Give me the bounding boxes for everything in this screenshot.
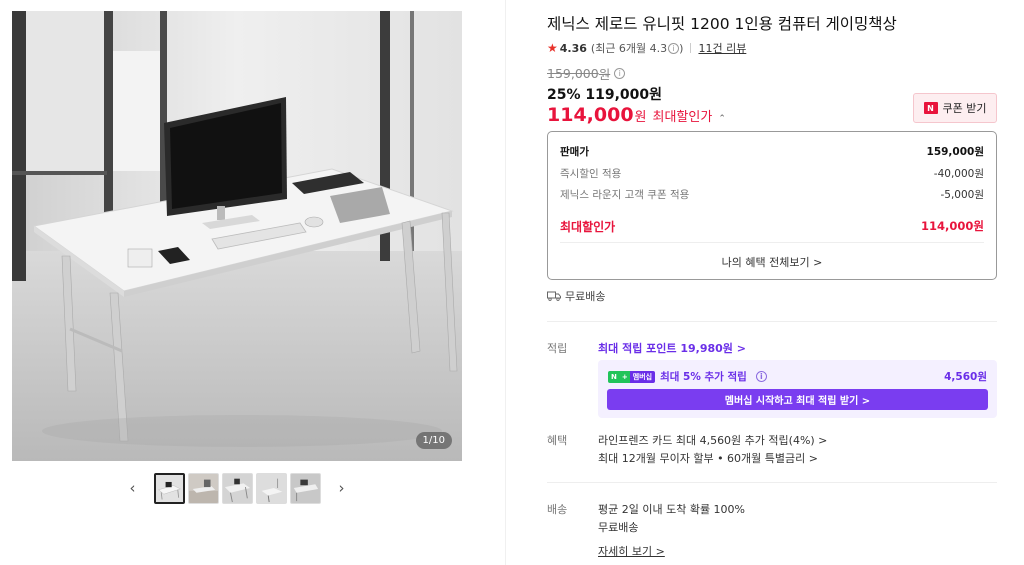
delivery-section-label: 배송 bbox=[547, 503, 568, 516]
breakdown-value: 114,000원 bbox=[921, 219, 984, 233]
breakdown-label: 판매가 bbox=[560, 146, 589, 158]
all-benefits-link[interactable]: 나의 혜택 전체보기 > bbox=[548, 254, 996, 270]
membership-badge: N + 멤버십 bbox=[608, 370, 656, 383]
final-price-row[interactable]: 114,000 원 최대할인가 ⌃ bbox=[547, 104, 726, 126]
breakdown-value: -5,000원 bbox=[940, 189, 984, 201]
truck-icon bbox=[547, 291, 561, 301]
breakdown-row: 판매가 159,000원 bbox=[560, 144, 984, 159]
thumbnail-image bbox=[290, 473, 320, 503]
membership-row: N + 멤버십 최대 5% 추가 적립 i 4,560원 bbox=[608, 369, 987, 384]
product-title: 제닉스 제로드 유니핏 1200 1인용 컴퓨터 게이밍책상 bbox=[547, 15, 897, 33]
divider bbox=[560, 242, 984, 243]
thumbnail-image bbox=[222, 473, 252, 503]
coupon-button-label: 쿠폰 받기 bbox=[942, 102, 987, 115]
membership-box: N + 멤버십 최대 5% 추가 적립 i 4,560원 멤버십 시작하고 최대… bbox=[598, 360, 997, 418]
points-section-label: 적립 bbox=[547, 342, 568, 355]
thumbnail-image bbox=[256, 473, 286, 503]
delivery-free: 무료배송 bbox=[598, 521, 639, 534]
chevron-up-icon[interactable]: ⌃ bbox=[718, 114, 726, 124]
coupon-button[interactable]: N 쿠폰 받기 bbox=[913, 93, 997, 123]
max-points-link[interactable]: 최대 적립 포인트 19,980원 > bbox=[598, 340, 746, 356]
membership-badge-text: 멤버십 bbox=[629, 370, 656, 383]
price-breakdown-box: 판매가 159,000원 즉시할인 적용 -40,000원 제닉스 라운지 고객… bbox=[547, 131, 997, 280]
breakdown-value: 159,000원 bbox=[926, 146, 984, 158]
shipping-info: 무료배송 bbox=[547, 288, 605, 304]
membership-badge-plus: + bbox=[619, 370, 630, 383]
breakdown-row-total: 최대할인가 114,000원 bbox=[560, 218, 984, 235]
shipping-label: 무료배송 bbox=[565, 290, 606, 303]
divider bbox=[547, 321, 997, 322]
thumbnail-2[interactable] bbox=[187, 472, 219, 504]
thumbnail-1[interactable] bbox=[153, 472, 185, 504]
column-divider bbox=[505, 0, 506, 565]
delivery-estimate: 평균 2일 이내 도착 확률 100% bbox=[598, 503, 746, 516]
review-count-link[interactable]: 11건 리뷰 bbox=[698, 40, 746, 56]
breakdown-label: 즉시할인 적용 bbox=[560, 168, 622, 180]
thumbnail-image bbox=[155, 474, 183, 502]
info-icon[interactable]: i bbox=[755, 371, 767, 382]
star-icon: ★ bbox=[547, 41, 558, 55]
membership-info: N + 멤버십 최대 5% 추가 적립 i bbox=[608, 369, 767, 384]
original-price: 159,000 원 i bbox=[547, 64, 626, 83]
final-price: 114,000 bbox=[547, 104, 634, 126]
rating-value: 4.36 bbox=[559, 41, 587, 55]
rating-recent-close: ) bbox=[679, 41, 684, 55]
original-price-unit: 원 bbox=[598, 67, 611, 82]
product-main-image[interactable]: 1/10 bbox=[12, 11, 462, 461]
rating-summary: ★ 4.36 (최근 6개월 4.3 i ) 11건 리뷰 bbox=[547, 40, 746, 56]
breakdown-label: 제닉스 라운지 고객 쿠폰 적용 bbox=[560, 189, 690, 201]
discount-price: 25% 119,000원 bbox=[547, 87, 663, 103]
thumbnail-3[interactable] bbox=[221, 472, 253, 504]
naver-n-icon: N bbox=[923, 102, 938, 114]
rating-recent: (최근 6개월 4.3 bbox=[590, 42, 668, 55]
final-price-label: 최대할인가 bbox=[652, 110, 713, 125]
membership-start-button[interactable]: 멤버십 시작하고 최대 적립 받기 > bbox=[607, 389, 988, 410]
card-benefit-link[interactable]: 라인프렌즈 카드 최대 4,560원 추가 적립(4%) > bbox=[598, 432, 827, 448]
info-icon[interactable]: i bbox=[668, 42, 680, 54]
thumbnail-image bbox=[188, 473, 218, 503]
original-price-value: 159,000 bbox=[547, 66, 599, 81]
divider bbox=[547, 482, 997, 483]
chevron-right-icon[interactable]: › bbox=[330, 476, 354, 500]
membership-amount: 4,560원 bbox=[944, 371, 987, 383]
breakdown-label: 최대할인가 bbox=[560, 220, 616, 234]
breakdown-row: 제닉스 라운지 고객 쿠폰 적용 -5,000원 bbox=[560, 187, 984, 202]
info-icon[interactable]: i bbox=[614, 68, 626, 79]
breakdown-value: -40,000원 bbox=[933, 168, 984, 180]
separator bbox=[690, 43, 692, 53]
breakdown-row: 즉시할인 적용 -40,000원 bbox=[560, 166, 984, 181]
thumbnail-4[interactable] bbox=[255, 472, 287, 504]
final-price-unit: 원 bbox=[634, 110, 647, 125]
benefits-section-label: 혜택 bbox=[547, 434, 568, 447]
membership-badge-n: N bbox=[608, 370, 620, 383]
membership-extra-points: 최대 5% 추가 적립 bbox=[660, 371, 747, 383]
desk-photo bbox=[12, 11, 462, 461]
delivery-detail-link[interactable]: 자세히 보기 > bbox=[598, 543, 665, 559]
image-counter: 1/10 bbox=[415, 432, 452, 449]
chevron-left-icon[interactable]: ‹ bbox=[121, 476, 145, 500]
installment-benefit-link[interactable]: 최대 12개월 무이자 할부 • 60개월 특별금리 > bbox=[598, 450, 818, 466]
thumbnail-5[interactable] bbox=[289, 472, 321, 504]
thumbnail-strip: ‹ › bbox=[12, 470, 462, 506]
